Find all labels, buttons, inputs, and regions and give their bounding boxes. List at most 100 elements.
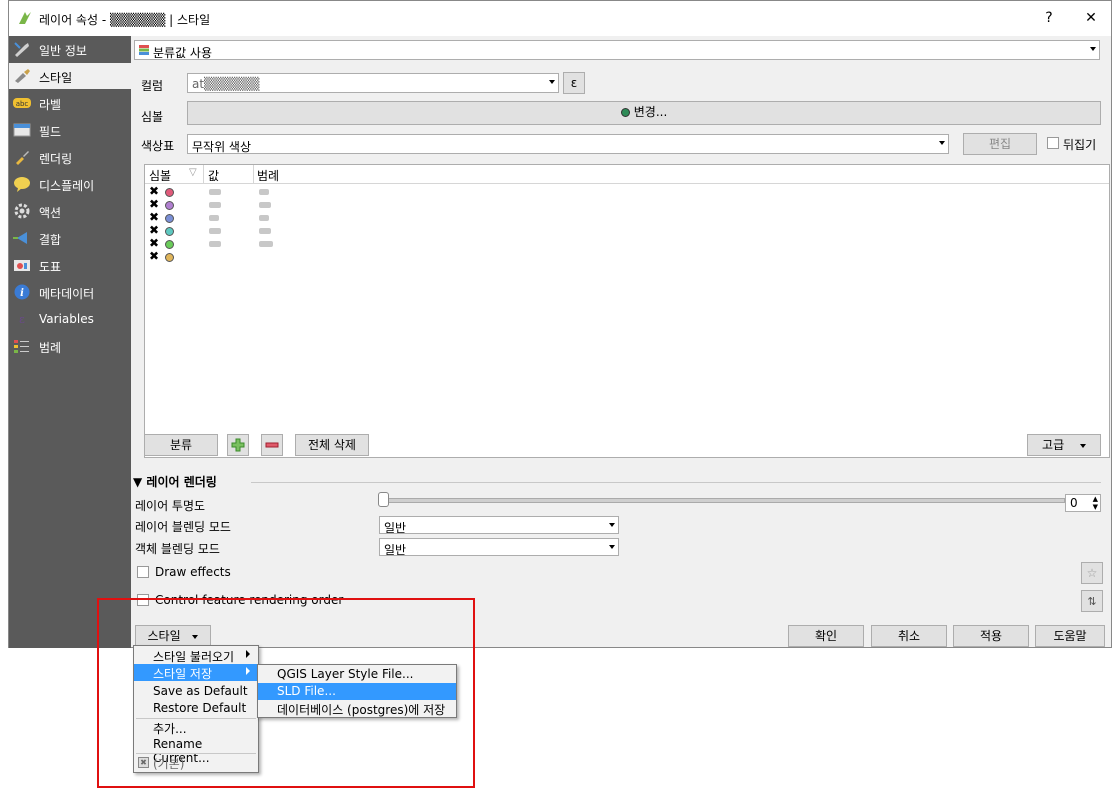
add-category-button[interactable] — [227, 434, 249, 456]
column-header-legend: 범례 — [257, 169, 280, 183]
renderer-type-value: 분류값 사용 — [153, 46, 213, 60]
delete-all-button[interactable]: 전체 삭제 — [295, 434, 369, 456]
svg-text:abc: abc — [16, 100, 29, 108]
blend-mode-select[interactable]: 일반 — [379, 516, 619, 535]
table-row[interactable]: ✖ — [149, 249, 289, 263]
brush-icon — [16, 151, 29, 165]
plus-icon — [231, 438, 245, 452]
categorized-icon — [139, 45, 149, 55]
row-checkbox[interactable]: ✖ — [149, 236, 159, 250]
row-checkbox[interactable]: ✖ — [149, 197, 159, 211]
sidebar-item-actions[interactable]: 액션 — [9, 198, 131, 224]
table-header: 심볼 ▽ 값 범례 — [145, 165, 1109, 184]
sidebar-item-labels[interactable]: abc 라벨 — [9, 90, 131, 116]
categories-table[interactable]: 심볼 ▽ 값 범례 ✖ ✖ ✖ ✖ ✖ ✖ — [144, 164, 1110, 458]
sidebar-item-fields[interactable]: 필드 — [9, 117, 131, 143]
draw-effects-checkbox[interactable] — [137, 566, 149, 578]
ok-button[interactable]: 확인 — [788, 625, 864, 647]
opacity-label: 레이어 투명도 — [135, 499, 206, 513]
window-title: 레이어 속성 - ▒▒▒▒▒▒ | 스타일 — [39, 13, 211, 27]
value-cell — [209, 202, 221, 208]
expression-button[interactable]: ε — [563, 72, 585, 94]
blend-mode-label: 레이어 블렌딩 모드 — [135, 520, 231, 534]
chevron-down-icon — [609, 523, 615, 527]
edit-colorramp-button[interactable]: 편집 — [963, 133, 1037, 155]
abc-label-icon: abc — [13, 98, 31, 108]
legend-icon — [14, 340, 29, 353]
order-by-button[interactable]: ⇅ — [1081, 590, 1103, 612]
sidebar-item-joins[interactable]: 결합 — [9, 225, 131, 251]
symbol-swatch — [165, 227, 174, 236]
close-button[interactable]: ✕ — [1077, 7, 1105, 29]
sidebar: 일반 정보 스타일 abc 라벨 필드 렌더링 디스플레이 액션 결합 도표 i… — [9, 36, 131, 648]
symbol-label: 심볼 — [141, 110, 164, 124]
invert-checkbox[interactable] — [1047, 137, 1059, 149]
legend-cell — [259, 228, 271, 234]
join-icon — [13, 232, 27, 244]
sidebar-item-label: 스타일 — [39, 71, 73, 85]
sidebar-item-variables[interactable]: ε Variables — [9, 306, 131, 332]
table-row[interactable]: ✖ — [149, 197, 289, 211]
symbol-change-label: 변경... — [633, 105, 668, 119]
symbol-swatch — [165, 214, 174, 223]
opacity-spinbox[interactable]: 0 ▲ ▼ — [1065, 494, 1101, 512]
layer-rendering-section-header[interactable]: ▼ 레이어 렌더링 — [133, 473, 217, 490]
legend-cell — [259, 241, 273, 247]
legend-cell — [259, 202, 271, 208]
sidebar-item-label: 필드 — [39, 125, 62, 139]
cancel-button[interactable]: 취소 — [871, 625, 947, 647]
chevron-down-icon — [1090, 47, 1096, 51]
star-icon: ☆ — [1086, 566, 1098, 580]
variables-icon: ε — [19, 313, 25, 326]
value-cell — [209, 241, 221, 247]
feature-blend-label: 객체 블렌딩 모드 — [135, 542, 220, 556]
colorramp-label: 색상표 — [141, 139, 175, 153]
advanced-button[interactable]: 고급 — [1027, 434, 1101, 456]
help-title-button[interactable]: ? — [1035, 7, 1063, 29]
spin-arrows-icon[interactable]: ▲ ▼ — [1093, 495, 1098, 511]
table-row[interactable]: ✖ — [149, 210, 289, 224]
blend-mode-value: 일반 — [384, 521, 407, 535]
sidebar-item-diagrams[interactable]: 도표 — [9, 252, 131, 278]
effects-settings-button[interactable]: ☆ — [1081, 562, 1103, 584]
gear-icon — [14, 203, 30, 219]
renderer-type-select[interactable]: 분류값 사용 — [134, 40, 1100, 60]
apply-button[interactable]: 적용 — [953, 625, 1029, 647]
sidebar-item-rendering[interactable]: 렌더링 — [9, 144, 131, 170]
value-cell — [209, 189, 221, 195]
row-checkbox[interactable]: ✖ — [149, 210, 159, 224]
chevron-down-icon — [939, 141, 945, 145]
sidebar-item-legend[interactable]: 범례 — [9, 333, 131, 359]
feature-blend-select[interactable]: 일반 — [379, 538, 619, 557]
sidebar-item-label: 디스플레이 — [39, 179, 95, 193]
chevron-down-icon — [1079, 443, 1086, 448]
table-row[interactable]: ✖ — [149, 223, 289, 237]
sidebar-item-general[interactable]: 일반 정보 — [9, 36, 131, 62]
symbol-change-button[interactable]: 변경... — [187, 101, 1101, 125]
invert-label: 뒤집기 — [1063, 138, 1097, 152]
row-checkbox[interactable]: ✖ — [149, 223, 159, 237]
column-header-symbol: 심볼 — [149, 169, 172, 183]
remove-category-button[interactable] — [261, 434, 283, 456]
opacity-slider-track[interactable] — [379, 498, 1065, 503]
help-button[interactable]: 도움말 — [1035, 625, 1105, 647]
symbol-swatch — [165, 253, 174, 262]
symbol-swatch — [165, 188, 174, 197]
legend-cell — [259, 215, 269, 221]
table-row[interactable]: ✖ — [149, 236, 289, 250]
value-cell — [209, 215, 219, 221]
column-label: 컬럼 — [141, 79, 164, 93]
chevron-down-icon — [549, 80, 555, 84]
sidebar-item-style[interactable]: 스타일 — [9, 63, 131, 89]
sidebar-item-metadata[interactable]: i 메타데이터 — [9, 279, 131, 305]
column-select[interactable]: at▒▒▒▒▒▒ — [187, 73, 559, 93]
opacity-slider-handle[interactable] — [378, 492, 389, 507]
header-divider — [253, 165, 254, 183]
sidebar-item-display[interactable]: 디스플레이 — [9, 171, 131, 197]
classify-button[interactable]: 분류 — [144, 434, 218, 456]
row-checkbox[interactable]: ✖ — [149, 184, 159, 198]
colorramp-select[interactable]: 무작위 색상 — [187, 134, 949, 154]
table-row[interactable]: ✖ — [149, 184, 289, 198]
row-checkbox[interactable]: ✖ — [149, 249, 159, 263]
symbol-swatch — [165, 240, 174, 249]
